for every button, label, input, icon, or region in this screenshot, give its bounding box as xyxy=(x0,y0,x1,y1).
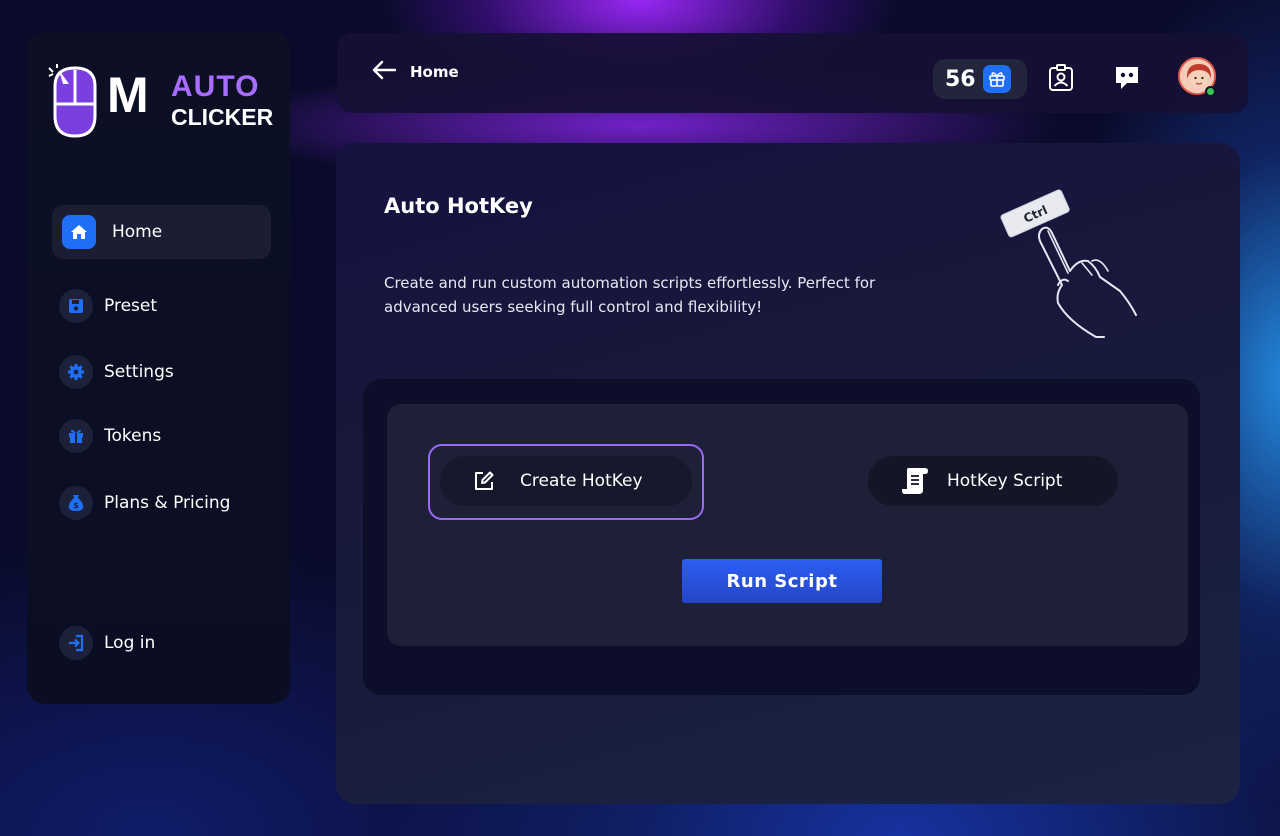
logo-text-top: AUTO xyxy=(171,70,260,103)
chat-icon[interactable] xyxy=(1112,63,1142,93)
money-bag-icon: $ xyxy=(59,486,93,520)
gear-icon xyxy=(59,355,93,389)
sidebar-item-label: Preset xyxy=(104,296,158,316)
script-scroll-icon xyxy=(901,466,929,496)
token-balance[interactable]: 56 xyxy=(933,59,1027,99)
sidebar-item-label: Plans & Pricing xyxy=(104,493,231,513)
sidebar-item-preset[interactable]: Preset xyxy=(52,279,271,333)
sidebar-item-settings[interactable]: Settings xyxy=(52,345,271,399)
token-count: 56 xyxy=(945,66,976,92)
top-bar: Home 56 xyxy=(337,33,1248,113)
edit-icon xyxy=(473,470,495,492)
sidebar-item-label: Settings xyxy=(104,362,174,382)
sidebar-item-tokens[interactable]: Tokens xyxy=(52,409,271,463)
logo-text-bottom: CLICKER xyxy=(171,104,274,130)
sidebar-item-label: Home xyxy=(112,222,163,242)
arrow-left-icon xyxy=(371,60,397,84)
mouse-logo-icon xyxy=(48,64,97,138)
run-script-button[interactable]: Run Script xyxy=(682,559,882,603)
breadcrumb: Home xyxy=(410,63,459,81)
sidebar-item-home[interactable]: Home xyxy=(52,205,271,259)
create-hotkey-label: Create HotKey xyxy=(520,471,643,491)
online-status-indicator xyxy=(1205,86,1216,97)
back-button[interactable]: Home xyxy=(371,60,459,84)
ctrl-key-hand-illustration: Ctrl xyxy=(1000,189,1137,338)
login-label: Log in xyxy=(104,633,156,653)
logo-text-main: M xyxy=(107,67,149,123)
save-icon xyxy=(59,289,93,323)
hotkey-card: Create HotKey HotKey Script Run Script xyxy=(363,379,1200,695)
page-description: Create and run custom automation scripts… xyxy=(384,274,876,316)
main-panel: Auto HotKey Create and run custom automa… xyxy=(336,143,1240,804)
sidebar-item-label: Tokens xyxy=(104,426,162,446)
login-button[interactable]: Log in xyxy=(52,616,271,670)
page-title: Auto HotKey xyxy=(384,194,533,218)
home-icon xyxy=(62,215,96,249)
svg-text:$: $ xyxy=(73,501,79,510)
create-hotkey-button[interactable]: Create HotKey xyxy=(440,456,692,506)
hotkey-script-label: HotKey Script xyxy=(947,471,1063,491)
hotkey-actions-panel: Create HotKey HotKey Script Run Script xyxy=(387,404,1188,646)
sidebar: M AUTO CLICKER Home Preset Settings Toke… xyxy=(27,32,290,704)
hotkey-script-button[interactable]: HotKey Script xyxy=(868,456,1118,506)
gift-icon xyxy=(983,65,1011,93)
sidebar-item-plans-pricing[interactable]: $ Plans & Pricing xyxy=(52,476,271,530)
gift-icon xyxy=(59,419,93,453)
create-hotkey-selected-frame: Create HotKey xyxy=(428,444,704,520)
contact-card-icon[interactable] xyxy=(1046,63,1076,93)
app-logo[interactable]: M AUTO CLICKER xyxy=(47,62,277,142)
login-icon xyxy=(59,626,93,660)
